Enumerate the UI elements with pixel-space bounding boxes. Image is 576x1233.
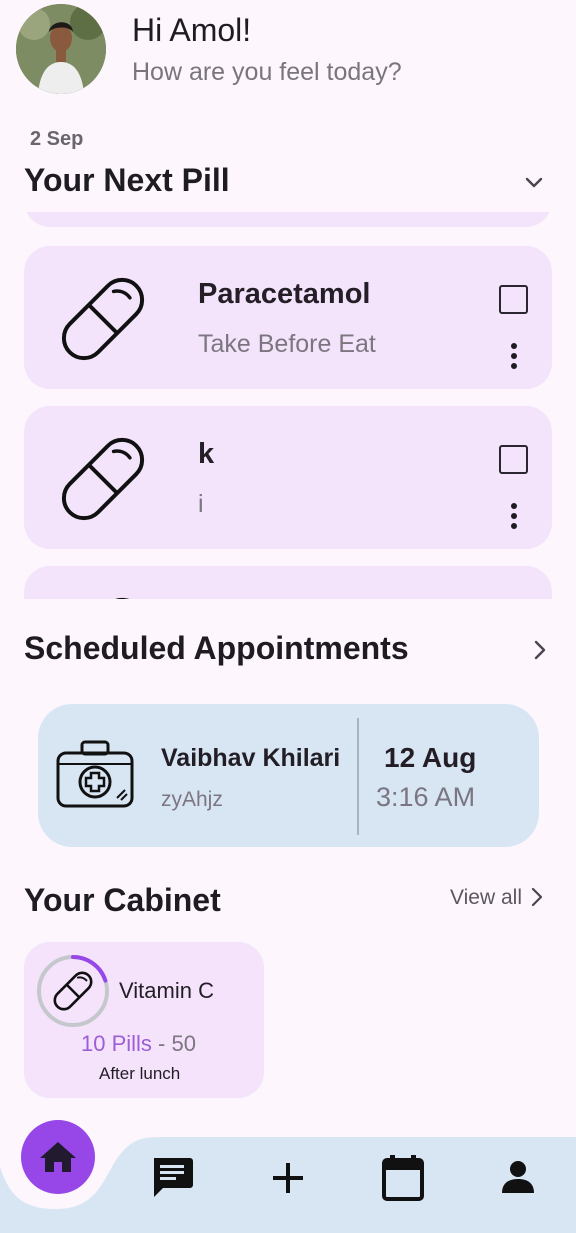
pills-total: 50 bbox=[171, 1031, 196, 1056]
pill-card[interactable]: Paracetamol Take Before Eat bbox=[24, 246, 552, 389]
appointments-title: Scheduled Appointments bbox=[24, 630, 409, 666]
cabinet-medicine-name: Vitamin C bbox=[119, 978, 214, 1003]
greeting-text: Hi Amol! bbox=[132, 12, 252, 48]
avatar[interactable] bbox=[16, 4, 106, 94]
medical-kit-icon bbox=[55, 740, 135, 815]
chevron-right-icon[interactable] bbox=[528, 637, 552, 668]
next-pill-title: Your Next Pill bbox=[24, 162, 230, 198]
home-icon bbox=[40, 1142, 76, 1172]
view-all-link[interactable]: View all bbox=[450, 886, 544, 910]
pill-icon bbox=[52, 430, 154, 533]
profile-icon[interactable] bbox=[500, 1160, 536, 1194]
cabinet-title: Your Cabinet bbox=[24, 882, 221, 918]
progress-ring bbox=[36, 954, 110, 1033]
calendar-icon[interactable] bbox=[381, 1153, 425, 1201]
header: Hi Amol! How are you feel today? bbox=[0, 0, 576, 110]
pill-name: Paracetamol bbox=[198, 278, 371, 310]
pill-card-partial bbox=[24, 566, 552, 599]
chat-icon[interactable] bbox=[150, 1156, 194, 1198]
view-all-label: View all bbox=[450, 886, 522, 909]
pills-separator: - bbox=[151, 1031, 172, 1056]
cabinet-when: After lunch bbox=[99, 1064, 181, 1083]
pill-instruction: i bbox=[198, 490, 204, 518]
schedule-date: 2 Sep bbox=[30, 128, 84, 150]
pill-taken-checkbox[interactable] bbox=[499, 285, 528, 314]
pill-card[interactable]: k i bbox=[24, 406, 552, 549]
greeting-subtitle: How are you feel today? bbox=[132, 58, 402, 86]
cabinet-pill-count: 10 Pills - 50 bbox=[81, 1031, 196, 1057]
appointment-date: 12 Aug bbox=[384, 742, 477, 773]
appointment-divider bbox=[357, 718, 359, 835]
appointment-code: zyAhjz bbox=[161, 788, 223, 811]
cabinet-card[interactable]: Vitamin C 10 Pills - 50 After lunch bbox=[24, 942, 264, 1098]
pill-name: k bbox=[198, 438, 215, 470]
more-vert-icon[interactable] bbox=[509, 502, 519, 530]
add-icon[interactable] bbox=[271, 1161, 305, 1195]
chevron-right-icon bbox=[531, 887, 542, 907]
pill-icon bbox=[52, 270, 154, 373]
appointment-time: 3:16 AM bbox=[376, 782, 476, 812]
chevron-down-icon[interactable] bbox=[522, 170, 546, 199]
pill-taken-checkbox[interactable] bbox=[499, 445, 528, 474]
home-button[interactable] bbox=[21, 1120, 95, 1194]
pill-icon bbox=[53, 971, 93, 1011]
pill-card-partial bbox=[24, 212, 552, 227]
pill-icon bbox=[52, 590, 154, 599]
pill-instruction: Take Before Eat bbox=[198, 330, 376, 358]
appointment-doctor: Vaibhav Khilari bbox=[161, 744, 341, 772]
appointment-card[interactable]: Vaibhav Khilari zyAhjz 12 Aug 3:16 AM bbox=[38, 704, 539, 847]
more-vert-icon[interactable] bbox=[509, 342, 519, 370]
pills-left: 10 Pills bbox=[81, 1031, 152, 1056]
pill-list[interactable]: Paracetamol Take Before Eat k i bbox=[24, 212, 552, 599]
